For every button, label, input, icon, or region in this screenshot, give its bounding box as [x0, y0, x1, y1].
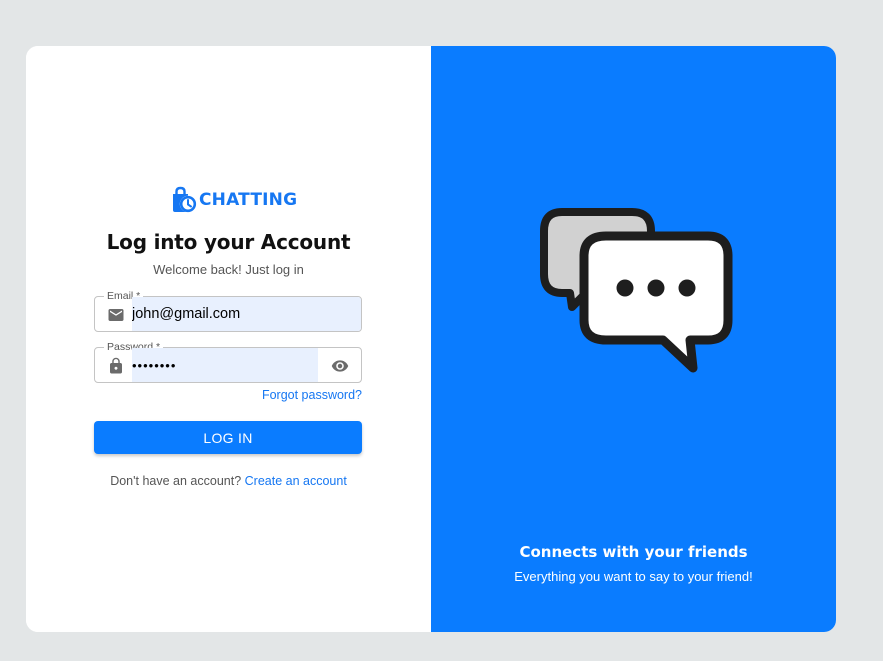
forgot-password-link[interactable]: Forgot password?: [262, 388, 362, 402]
chat-bubbles-icon: [540, 208, 733, 373]
login-button[interactable]: LOG IN: [94, 421, 362, 454]
promo-subtitle: Everything you want to say to your frien…: [514, 569, 753, 584]
login-card: CHATTING Log into your Account Welcome b…: [26, 46, 836, 632]
lock-icon: [110, 357, 122, 374]
email-input[interactable]: [132, 297, 360, 331]
page-title: Log into your Account: [106, 230, 351, 254]
password-field[interactable]: Password *: [94, 340, 362, 383]
create-account-link[interactable]: Create an account: [245, 474, 347, 488]
email-field[interactable]: Email *: [94, 289, 362, 332]
login-panel: CHATTING Log into your Account Welcome b…: [26, 46, 431, 632]
brand: CHATTING: [168, 186, 297, 214]
promo-panel: Connects with your friends Everything yo…: [431, 46, 836, 632]
bag-clock-icon: [173, 186, 197, 213]
signup-prompt: Don't have an account?: [110, 474, 242, 488]
mail-icon: [108, 309, 124, 321]
signup-row: Don't have an account? Create an account: [26, 474, 431, 488]
password-input[interactable]: [132, 348, 318, 382]
promo-title: Connects with your friends: [519, 543, 748, 561]
eye-icon[interactable]: [331, 357, 349, 375]
page-subtitle: Welcome back! Just log in: [153, 262, 304, 277]
brand-name: CHATTING: [199, 190, 298, 210]
